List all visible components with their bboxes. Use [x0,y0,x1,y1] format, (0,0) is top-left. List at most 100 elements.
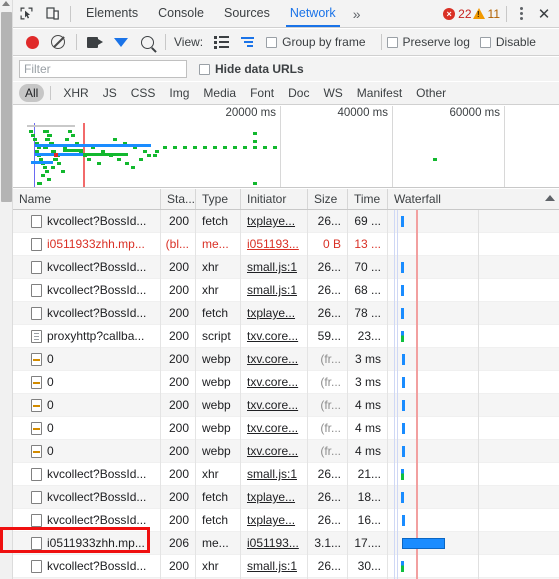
type-filter-font[interactable]: Font [244,84,280,102]
column-header-type[interactable]: Type [196,189,241,209]
column-header-size[interactable]: Size [308,189,348,209]
table-row[interactable]: kvcollect?BossId... 200 xhr small.js:1 26...… [13,555,559,578]
initiator-link[interactable]: txplaye... [247,513,295,527]
table-row[interactable]: 0 200 webp txv.core... (fr... 4 ms [13,417,559,440]
tab-sources[interactable]: Sources [214,0,280,27]
type-filter-all[interactable]: All [19,84,45,102]
column-header-time[interactable]: Time [348,189,388,209]
cell-initiator[interactable]: i051193... [241,233,308,256]
table-row[interactable]: proxyhttp?callba... 200 script txv.core... 5… [13,325,559,348]
close-icon[interactable]: ✕ [531,1,557,27]
initiator-link[interactable]: txv.core... [247,444,298,458]
scrollbar-thumb[interactable] [1,12,12,202]
initiator-link[interactable]: txv.core... [247,352,298,366]
initiator-link[interactable]: txv.core... [247,398,298,412]
type-filter-js[interactable]: JS [97,84,123,102]
table-row[interactable]: i0511933zhh.mp... 206 me... i051193... 3.1..… [13,532,559,555]
type-filter-manifest[interactable]: Manifest [351,84,408,102]
column-header-name[interactable]: Name [13,189,161,209]
record-button-icon[interactable] [19,29,45,55]
scroll-up-arrow-icon[interactable] [2,1,10,6]
cell-initiator[interactable]: txv.core... [241,348,308,371]
cell-name[interactable]: kvcollect?BossId... [13,555,161,578]
table-row[interactable]: 0 200 webp txv.core... (fr... 4 ms [13,394,559,417]
initiator-link[interactable]: txv.core... [247,329,298,343]
initiator-link[interactable]: small.js:1 [247,283,297,297]
kebab-menu-icon[interactable] [512,7,531,20]
view-waterfall-icon[interactable] [234,29,260,55]
table-row[interactable]: kvcollect?BossId... 200 xhr small.js:1 26...… [13,256,559,279]
initiator-link[interactable]: txplaye... [247,490,295,504]
hide-data-urls-box-icon[interactable] [199,63,210,75]
column-header-waterfall[interactable]: Waterfall [388,189,559,209]
hide-data-urls-checkbox[interactable]: Hide data URLs [199,62,304,76]
preserve-log-checkbox[interactable]: Preserve log [386,35,470,49]
table-row[interactable]: kvcollect?BossId... 200 fetch txplaye... 26.… [13,302,559,325]
cell-initiator[interactable]: txplaye... [241,302,308,325]
column-header-sta[interactable]: Sta... [161,189,196,209]
cell-initiator[interactable]: txv.core... [241,325,308,348]
type-filter-css[interactable]: CSS [125,84,162,102]
view-list-icon[interactable] [208,29,234,55]
page-scrollbar[interactable] [0,0,13,579]
cell-initiator[interactable]: txplaye... [241,509,308,532]
disable-cache-checkbox[interactable]: Disable [479,35,536,49]
cell-initiator[interactable]: txv.core... [241,371,308,394]
cell-initiator[interactable]: txv.core... [241,394,308,417]
warning-count[interactable]: 11 [488,7,500,21]
cell-initiator[interactable]: small.js:1 [241,555,308,578]
preserve-log-box-icon[interactable] [386,36,398,48]
cell-initiator[interactable]: txplaye... [241,486,308,509]
group-by-frame-box-icon[interactable] [266,36,278,48]
cell-name[interactable]: kvcollect?BossId... [13,486,161,509]
initiator-link[interactable]: txplaye... [247,306,295,320]
cell-name[interactable]: 0 [13,394,161,417]
table-row[interactable]: i0511933zhh.mp... (bl... me... i051193... 0 … [13,233,559,256]
cell-name[interactable]: 0 [13,440,161,463]
cell-initiator[interactable]: txplaye... [241,210,308,233]
initiator-link[interactable]: i051193... [247,536,299,550]
disable-cache-box-icon[interactable] [479,36,491,48]
clear-network-log-icon[interactable] [45,29,71,55]
cell-initiator[interactable]: small.js:1 [241,256,308,279]
table-row[interactable]: kvcollect?BossId... 200 fetch txplaye... 26.… [13,486,559,509]
cell-name[interactable]: 0 [13,348,161,371]
cell-name[interactable]: kvcollect?BossId... [13,256,161,279]
cell-name[interactable]: kvcollect?BossId... [13,210,161,233]
initiator-link[interactable]: txv.core... [247,375,298,389]
more-tabs-chevron-icon[interactable]: » [346,6,368,22]
search-magnifier-icon[interactable] [134,29,160,55]
cell-name[interactable]: i0511933zhh.mp... [13,233,161,256]
error-count[interactable]: 22 [458,7,471,21]
initiator-link[interactable]: txv.core... [247,421,298,435]
filter-funnel-icon[interactable] [108,29,134,55]
cell-name[interactable]: i0511933zhh.mp... [13,532,161,555]
type-filter-xhr[interactable]: XHR [57,84,94,102]
sort-ascending-caret-icon[interactable] [545,195,555,201]
table-row[interactable]: kvcollect?BossId... 200 xhr small.js:1 26...… [13,279,559,302]
cell-initiator[interactable]: i051193... [241,532,308,555]
table-row[interactable]: kvcollect?BossId... 200 xhr small.js:1 26...… [13,463,559,486]
screenshot-camera-icon[interactable] [82,29,108,55]
inspect-cursor-icon[interactable] [13,1,39,27]
initiator-link[interactable]: small.js:1 [247,467,297,481]
cell-initiator[interactable]: txv.core... [241,440,308,463]
type-filter-img[interactable]: Img [163,84,195,102]
cell-initiator[interactable]: txv.core... [241,417,308,440]
initiator-link[interactable]: small.js:1 [247,559,297,573]
table-row[interactable]: kvcollect?BossId... 200 fetch txplaye... 26.… [13,210,559,233]
initiator-link[interactable]: txplaye... [247,214,295,228]
table-row[interactable]: kvcollect?BossId... 200 fetch txplaye... 26.… [13,509,559,532]
type-filter-doc[interactable]: Doc [282,84,315,102]
table-row[interactable]: 0 200 webp txv.core... (fr... 3 ms [13,371,559,394]
initiator-link[interactable]: small.js:1 [247,260,297,274]
cell-name[interactable]: proxyhttp?callba... [13,325,161,348]
cell-name[interactable]: kvcollect?BossId... [13,463,161,486]
tab-network[interactable]: Network [280,0,346,27]
type-filter-media[interactable]: Media [197,84,242,102]
filter-input[interactable] [19,60,187,78]
column-header-initiator[interactable]: Initiator [241,189,308,209]
group-by-frame-checkbox[interactable]: Group by frame [266,35,366,49]
network-overview-timeline[interactable]: 20000 ms40000 ms60000 ms80000 ms [13,106,559,188]
requests-table-body[interactable]: kvcollect?BossId... 200 fetch txplaye... 26.… [13,210,559,579]
